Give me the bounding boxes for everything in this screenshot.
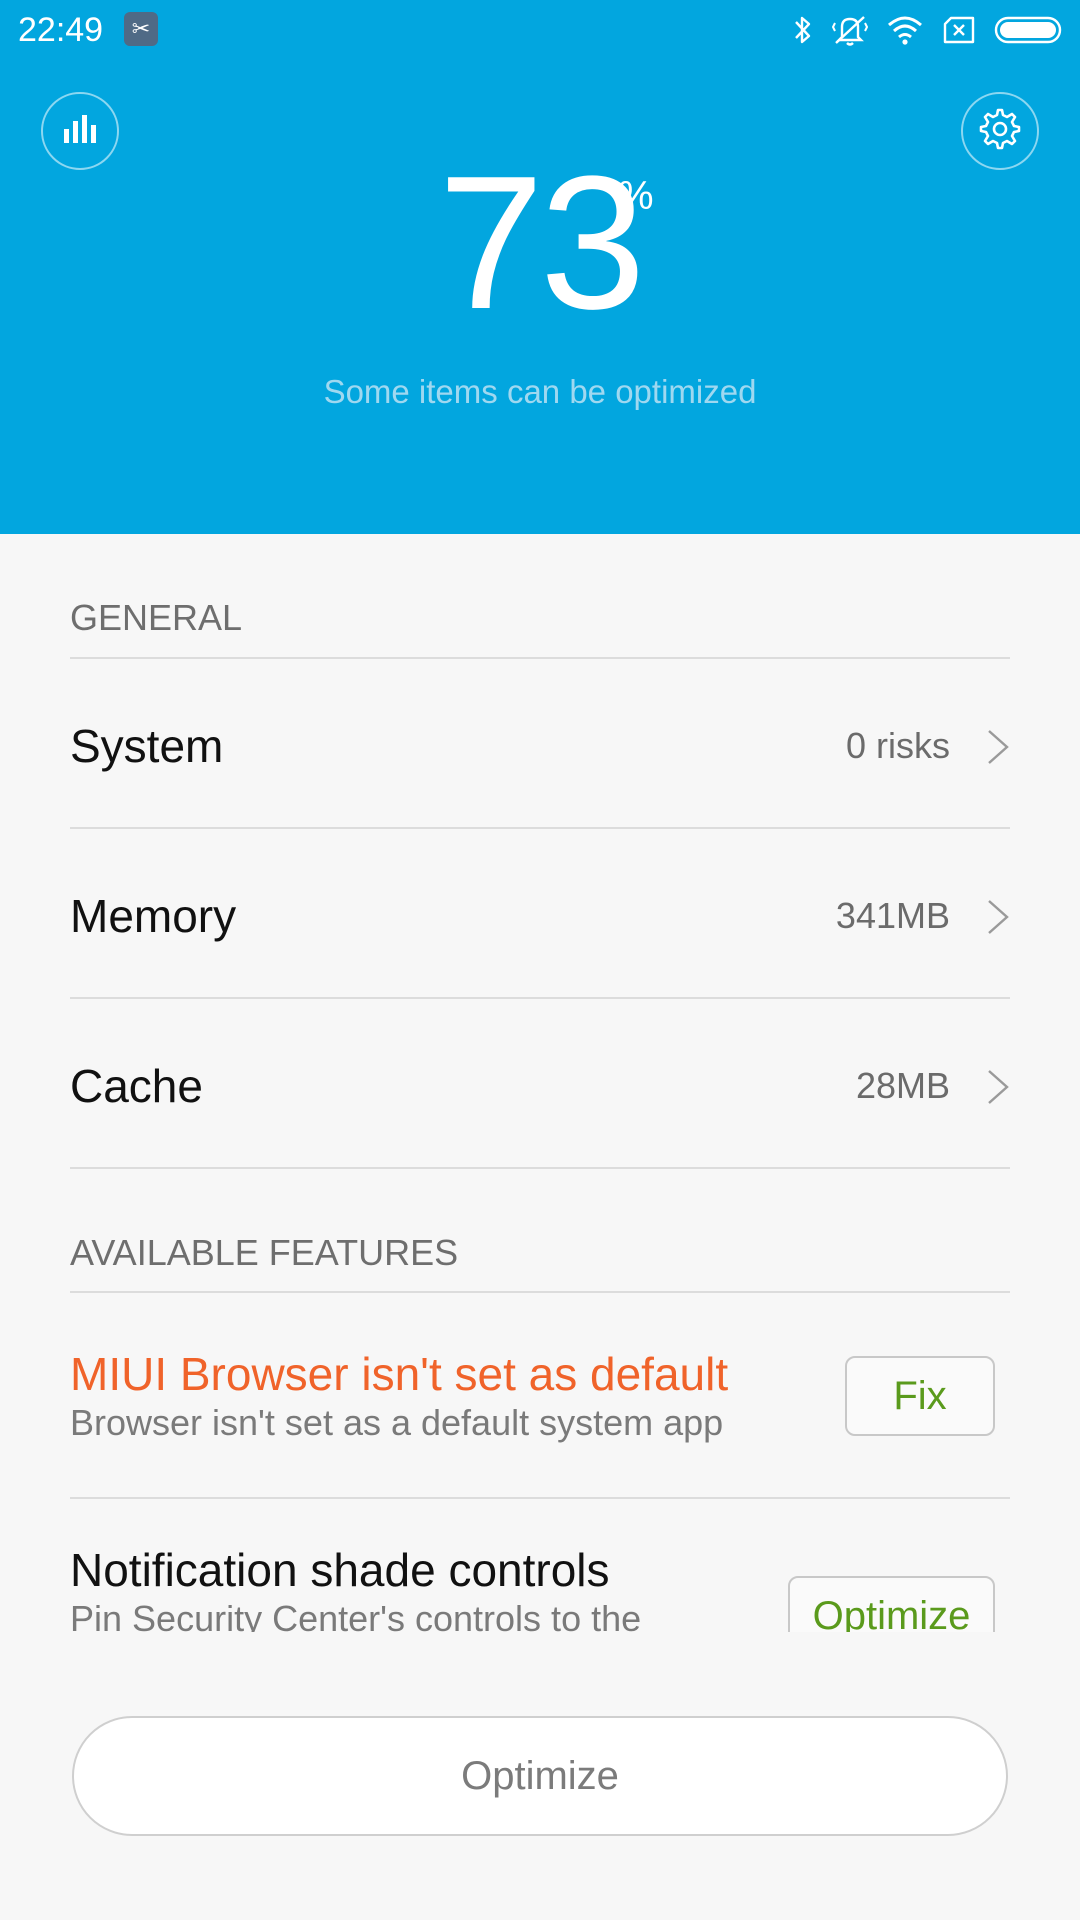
list-item-label: System <box>70 720 224 772</box>
status-bar: 22:49 ✂ <box>0 0 1080 60</box>
feature-list-scroll-area[interactable]: Notification shade controls Pin Security… <box>0 1534 1080 1632</box>
list-item-label: Memory <box>70 890 237 942</box>
score-caption: Some items can be optimized <box>323 373 757 410</box>
divider <box>70 1291 1010 1293</box>
section-title-general: GENERAL <box>70 597 243 638</box>
feature-description: Pin Security Center's controls to the <box>70 1598 642 1632</box>
list-item-label: Cache <box>70 1060 203 1112</box>
health-score: 73 <box>0 148 1080 338</box>
bluetooth-icon <box>792 14 814 46</box>
health-score-unit: % <box>618 174 654 218</box>
vibrate-icon <box>832 13 868 47</box>
status-time: 22:49 <box>18 11 104 49</box>
feature-description: Browser isn't set as a default system ap… <box>70 1402 724 1443</box>
divider <box>70 1167 1010 1169</box>
app-notification-icon: ✂ <box>124 12 158 46</box>
list-item-value: 28MB <box>855 1065 950 1106</box>
chevron-right-icon <box>986 899 1010 935</box>
list-item-memory[interactable]: Memory 341MB <box>70 829 1010 997</box>
divider <box>70 1497 1010 1499</box>
optimize-button[interactable]: Optimize <box>72 1716 1008 1836</box>
header: 22:49 ✂ 73 % Some items can be optimized <box>0 0 1080 534</box>
optimize-feature-button[interactable]: Optimize <box>788 1576 995 1632</box>
list-item-cache[interactable]: Cache 28MB <box>70 999 1010 1167</box>
no-sim-icon <box>942 16 976 44</box>
list-item-value: 0 risks <box>845 725 950 766</box>
chevron-right-icon <box>986 729 1010 765</box>
fix-button[interactable]: Fix <box>845 1356 995 1436</box>
wifi-icon <box>886 15 924 45</box>
list-item-value: 341MB <box>835 895 950 936</box>
list-item-system[interactable]: System 0 risks <box>70 659 1010 827</box>
chevron-right-icon <box>986 1069 1010 1105</box>
section-title-available-features: AVAILABLE FEATURES <box>70 1232 459 1273</box>
feature-title: MIUI Browser isn't set as default <box>70 1348 729 1400</box>
health-score-value: 73 <box>438 137 645 349</box>
battery-icon <box>994 15 1066 45</box>
feature-title: Notification shade controls <box>70 1544 610 1596</box>
bar-chart-icon <box>60 111 100 152</box>
status-icons <box>774 10 1066 50</box>
